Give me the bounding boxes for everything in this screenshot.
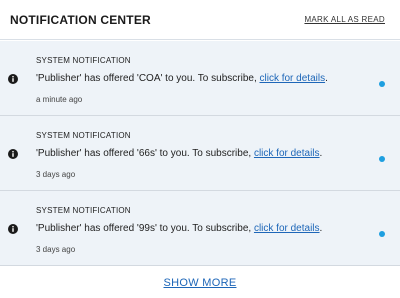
notification-item[interactable]: SYSTEM NOTIFICATION 'Publisher' has offe…: [0, 116, 400, 191]
notification-footer: SHOW MORE: [0, 267, 400, 298]
notification-message-suffix: .: [325, 73, 328, 84]
notification-message-suffix: .: [319, 223, 323, 234]
notification-message-text: 'Publisher' has offered '99s' to you. To…: [36, 223, 254, 234]
notification-message-text: 'Publisher' has offered '66s' to you. To…: [36, 148, 254, 159]
notification-message: 'Publisher' has offered '99s' to you. To…: [36, 223, 322, 234]
click-for-details-link[interactable]: click for details: [260, 73, 326, 84]
notification-category: SYSTEM NOTIFICATION: [36, 131, 131, 140]
notification-item[interactable]: SYSTEM NOTIFICATION 'Publisher' has offe…: [0, 191, 400, 266]
info-icon: [8, 149, 18, 159]
notification-item[interactable]: SYSTEM NOTIFICATION 'Publisher' has offe…: [0, 41, 400, 116]
notification-center: NOTIFICATION CENTER MARK ALL AS READ SYS…: [0, 0, 400, 298]
show-more-link[interactable]: SHOW MORE: [164, 277, 237, 289]
notification-message: 'Publisher' has offered '66s' to you. To…: [36, 148, 322, 159]
notification-message: 'Publisher' has offered 'COA' to you. To…: [36, 73, 328, 84]
notification-list: SYSTEM NOTIFICATION 'Publisher' has offe…: [0, 41, 400, 266]
unread-indicator: [379, 231, 385, 237]
notification-message-suffix: .: [319, 148, 323, 159]
notification-time: 3 days ago: [36, 170, 76, 179]
notification-header: NOTIFICATION CENTER MARK ALL AS READ: [0, 0, 400, 40]
info-icon: [8, 74, 18, 84]
info-icon: [8, 224, 18, 234]
click-for-details-link[interactable]: click for details: [254, 223, 320, 234]
notification-message-text: 'Publisher' has offered 'COA' to you. To…: [36, 73, 260, 84]
mark-all-as-read-link[interactable]: MARK ALL AS READ: [304, 15, 385, 24]
notification-center-title: NOTIFICATION CENTER: [10, 12, 151, 27]
click-for-details-link[interactable]: click for details: [254, 148, 320, 159]
notification-category: SYSTEM NOTIFICATION: [36, 206, 131, 215]
notification-category: SYSTEM NOTIFICATION: [36, 56, 131, 65]
notification-time: a minute ago: [36, 95, 83, 104]
unread-indicator: [379, 156, 385, 162]
notification-time: 3 days ago: [36, 245, 76, 254]
unread-indicator: [379, 81, 385, 87]
